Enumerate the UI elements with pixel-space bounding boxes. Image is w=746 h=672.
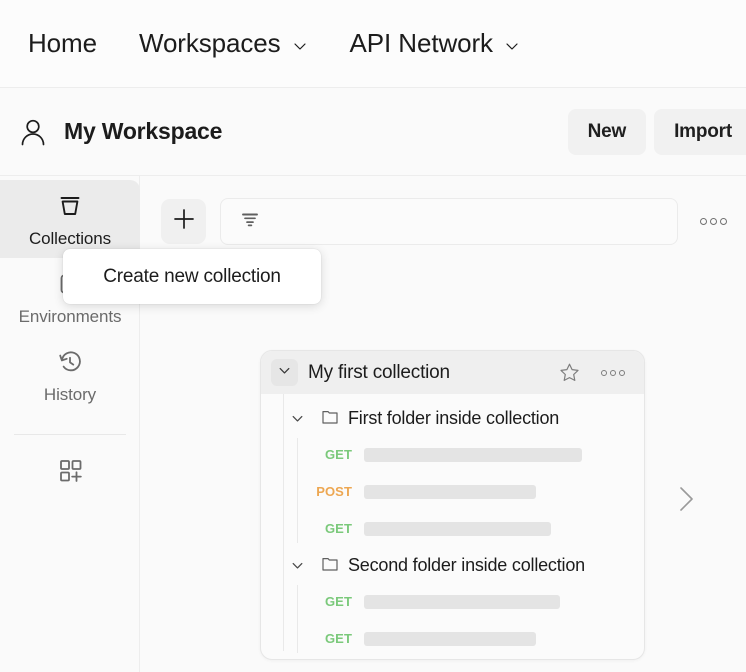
person-icon: [14, 113, 52, 151]
collections-toolbar: [141, 190, 746, 252]
nav-item-api-network[interactable]: API Network: [350, 28, 520, 59]
request-row[interactable]: POST: [297, 473, 644, 510]
collection-more-icon[interactable]: [594, 357, 632, 389]
request-row[interactable]: GET: [297, 436, 644, 473]
nav-item-home[interactable]: Home: [28, 28, 97, 59]
folder-name: First folder inside collection: [348, 407, 560, 428]
request-method: POST: [316, 484, 352, 499]
chevron-down-icon[interactable]: [287, 555, 307, 575]
top-navigation-bar: Home Workspaces API Network: [0, 0, 746, 88]
collection-name: My first collection: [308, 361, 450, 383]
chevron-down-icon: [292, 38, 308, 54]
collection-tree: First folder inside collection GET POST …: [261, 394, 644, 657]
dot: [619, 369, 625, 376]
request-method: GET: [324, 521, 352, 536]
history-icon: [54, 346, 86, 378]
import-button[interactable]: Import: [654, 108, 746, 155]
folder-icon: [321, 409, 339, 427]
request-name-placeholder: [364, 594, 560, 609]
workspace-header: My Workspace New Import: [0, 88, 746, 176]
chevron-down-icon: [277, 363, 292, 383]
filter-icon: [239, 208, 261, 235]
collection-card-header[interactable]: My first collection: [261, 351, 644, 394]
grid-plus-icon: [54, 454, 86, 486]
plus-icon: [171, 206, 197, 237]
request-name-placeholder: [364, 521, 551, 536]
request-group: GET GET: [261, 583, 644, 657]
sidebar-item-collections[interactable]: Collections: [0, 180, 140, 258]
collection-expand-toggle[interactable]: [271, 359, 298, 386]
workspace-title: My Workspace: [64, 118, 223, 144]
nav-item-workspaces-label: Workspaces: [138, 28, 281, 58]
collection-preview-card: My first collection First folder inside …: [260, 350, 645, 660]
sidebar-item-collections-label: Collections: [28, 228, 112, 248]
create-new-collection-button[interactable]: [161, 198, 206, 244]
workspace-actions: New Import: [567, 108, 746, 155]
request-guide-line: [297, 585, 298, 653]
folder-row[interactable]: Second folder inside collection: [261, 547, 644, 583]
search-input[interactable]: [220, 197, 678, 245]
dot: [610, 369, 616, 376]
dot: [601, 369, 607, 376]
request-method: GET: [324, 594, 352, 609]
postman-app-window: Home Workspaces API Network My Workspace…: [0, 0, 746, 672]
nav-item-api-network-label: API Network: [349, 28, 493, 58]
sidebar-item-add-app[interactable]: [0, 435, 140, 505]
sidebar-item-environments-label: Environments: [18, 306, 122, 326]
nav-item-home-label: Home: [28, 28, 97, 58]
star-icon[interactable]: [559, 362, 580, 383]
chevron-down-icon[interactable]: [287, 408, 307, 428]
sidebar-item-history-label: History: [43, 384, 97, 404]
folder-name: Second folder inside collection: [348, 554, 585, 575]
collection-header-actions: [559, 357, 632, 389]
chevron-right-icon: [673, 482, 699, 521]
dot: [709, 217, 717, 225]
more-horizontal-icon[interactable]: [694, 205, 732, 237]
request-method: GET: [324, 631, 352, 646]
tooltip-text: Create new collection: [103, 265, 281, 287]
folder-row[interactable]: First folder inside collection: [261, 400, 644, 436]
sidebar-item-history[interactable]: History: [0, 336, 140, 414]
dot: [699, 217, 707, 225]
collections-icon: [54, 190, 86, 222]
tooltip-create-new-collection: Create new collection: [63, 249, 321, 304]
request-method: GET: [324, 447, 352, 462]
request-group: GET POST GET: [261, 436, 644, 547]
request-name-placeholder: [364, 484, 536, 499]
chevron-down-icon: [504, 38, 520, 54]
new-button[interactable]: New: [567, 108, 647, 155]
request-name-placeholder: [364, 447, 582, 462]
folder-icon: [321, 556, 339, 574]
dot: [719, 217, 727, 225]
carousel-next-button[interactable]: [672, 482, 700, 520]
request-guide-line: [297, 438, 298, 543]
request-name-placeholder: [364, 631, 536, 646]
request-row[interactable]: GET: [297, 510, 644, 547]
nav-item-workspaces[interactable]: Workspaces: [139, 28, 308, 59]
request-row[interactable]: GET: [297, 620, 644, 657]
request-row[interactable]: GET: [297, 583, 644, 620]
